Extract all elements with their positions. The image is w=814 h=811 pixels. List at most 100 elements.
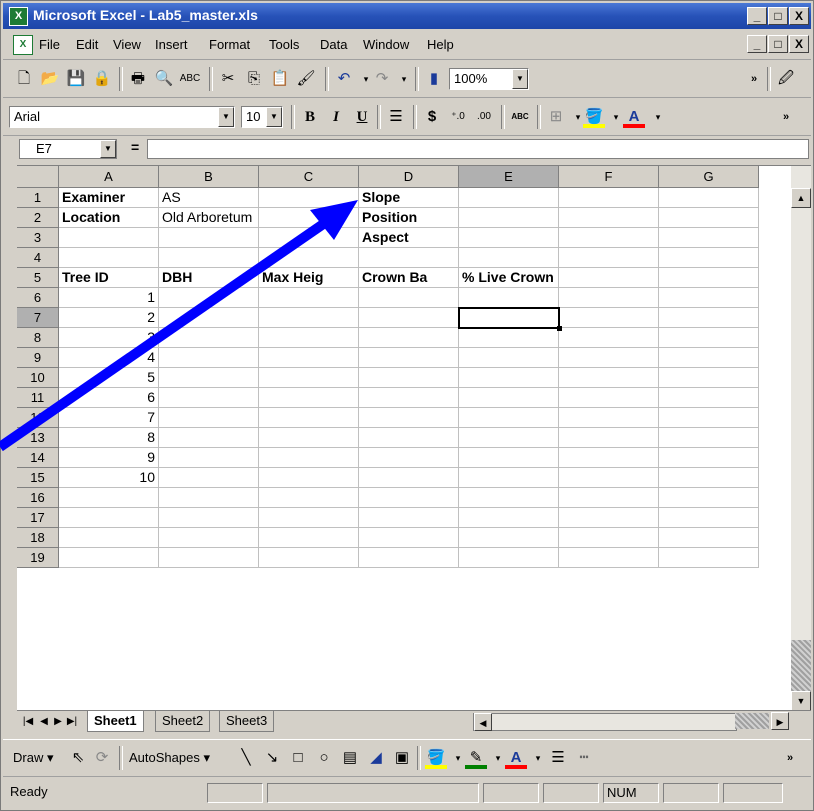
horizontal-scrollbar[interactable]: ◀ — [473, 713, 737, 731]
cell-f17[interactable] — [559, 508, 659, 528]
worksheet-grid[interactable]: A B C D E F G 1 Examiner AS Slope 2 Location Old Arbo… — [17, 165, 811, 711]
cell-f19[interactable] — [559, 548, 659, 568]
row-header-17[interactable]: 17 — [17, 508, 59, 528]
oval-icon[interactable]: ○ — [313, 747, 335, 769]
cell-f1[interactable] — [559, 188, 659, 208]
menu-file[interactable]: File — [39, 37, 60, 52]
cell-e18[interactable] — [459, 528, 559, 548]
cell-a17[interactable] — [59, 508, 159, 528]
paste-icon[interactable]: 📋 — [269, 68, 291, 90]
menu-edit[interactable]: Edit — [76, 37, 98, 52]
vertical-scrollbar[interactable]: ▲ ▼ — [791, 166, 811, 711]
cell-e11[interactable] — [459, 388, 559, 408]
title-bar[interactable]: X Microsoft Excel - Lab5_master.xls _ □ … — [3, 3, 811, 29]
currency-button[interactable]: $ — [421, 106, 443, 128]
cell-e6[interactable] — [459, 288, 559, 308]
cell-c15[interactable] — [259, 468, 359, 488]
cell-a14[interactable]: 9 — [59, 448, 159, 468]
workbook-icon[interactable]: X — [13, 35, 33, 55]
column-header-f[interactable]: F — [559, 166, 659, 188]
cell-f13[interactable] — [559, 428, 659, 448]
copy-icon[interactable]: ⎘ — [243, 68, 265, 90]
undo-icon[interactable]: ↶ — [333, 68, 355, 90]
scroll-down-icon[interactable]: ▼ — [791, 691, 811, 711]
cell-f7[interactable] — [559, 308, 659, 328]
last-sheet-icon[interactable]: ▶| — [65, 713, 79, 731]
cell-c3[interactable] — [259, 228, 359, 248]
row-header-18[interactable]: 18 — [17, 528, 59, 548]
cut-icon[interactable]: ✂ — [217, 68, 239, 90]
cell-b5[interactable]: DBH — [159, 268, 259, 288]
row-header-10[interactable]: 10 — [17, 368, 59, 388]
cell-e4[interactable] — [459, 248, 559, 268]
toolbar-options-icon[interactable]: » — [779, 747, 801, 769]
cell-a7[interactable]: 2 — [59, 308, 159, 328]
column-header-g[interactable]: G — [659, 166, 759, 188]
active-cell-outline[interactable] — [458, 307, 562, 331]
scroll-left-icon[interactable]: ◀ — [474, 713, 492, 731]
format-painter-icon[interactable]: 🖌 — [295, 68, 317, 90]
cell-f9[interactable] — [559, 348, 659, 368]
dash-style-icon[interactable]: ┅ — [573, 747, 595, 769]
spelling-button[interactable]: ABC — [509, 106, 531, 128]
cell-d17[interactable] — [359, 508, 459, 528]
cell-f18[interactable] — [559, 528, 659, 548]
cell-a18[interactable] — [59, 528, 159, 548]
redo-icon[interactable]: ↷ — [371, 68, 393, 90]
close-button[interactable]: X — [789, 7, 809, 25]
rectangle-icon[interactable]: □ — [287, 747, 309, 769]
row-header-14[interactable]: 14 — [17, 448, 59, 468]
next-sheet-icon[interactable]: ▶ — [51, 713, 65, 731]
cell-g16[interactable] — [659, 488, 759, 508]
row-header-19[interactable]: 19 — [17, 548, 59, 568]
cell-f6[interactable] — [559, 288, 659, 308]
cell-d5[interactable]: Crown Ba — [359, 268, 459, 288]
cell-a16[interactable] — [59, 488, 159, 508]
menu-window[interactable]: Window — [363, 37, 409, 52]
cell-a12[interactable]: 7 — [59, 408, 159, 428]
cell-g10[interactable] — [659, 368, 759, 388]
menu-view[interactable]: View — [113, 37, 141, 52]
cell-g9[interactable] — [659, 348, 759, 368]
cell-c10[interactable] — [259, 368, 359, 388]
cell-d3[interactable]: Aspect — [359, 228, 459, 248]
row-header-2[interactable]: 2 — [17, 208, 59, 228]
fill-handle[interactable] — [557, 326, 562, 331]
excel-app-icon[interactable]: X — [9, 7, 28, 26]
print-preview-icon[interactable]: 🔍 — [153, 68, 175, 90]
chart-wizard-icon[interactable]: ▮ — [423, 68, 445, 90]
cell-d1[interactable]: Slope — [359, 188, 459, 208]
menu-insert[interactable]: Insert — [155, 37, 188, 52]
cell-b8[interactable] — [159, 328, 259, 348]
minimize-button[interactable]: _ — [747, 7, 767, 25]
cell-b3[interactable] — [159, 228, 259, 248]
redo-dropdown-icon[interactable]: ▾ — [393, 68, 415, 90]
select-objects-icon[interactable]: ⇖ — [67, 747, 89, 769]
cell-c5[interactable]: Max Heig — [259, 268, 359, 288]
cell-a8[interactable]: 3 — [59, 328, 159, 348]
cell-c16[interactable] — [259, 488, 359, 508]
cell-a19[interactable] — [59, 548, 159, 568]
underline-button[interactable]: U — [351, 106, 373, 128]
cell-b7[interactable] — [159, 308, 259, 328]
cell-d18[interactable] — [359, 528, 459, 548]
cell-b1[interactable]: AS — [159, 188, 259, 208]
cell-g11[interactable] — [659, 388, 759, 408]
cell-c8[interactable] — [259, 328, 359, 348]
increase-decimal-button[interactable]: ⁺.0 — [447, 106, 469, 128]
cell-g4[interactable] — [659, 248, 759, 268]
cell-a13[interactable]: 8 — [59, 428, 159, 448]
select-all-corner[interactable] — [17, 166, 59, 188]
cell-e15[interactable] — [459, 468, 559, 488]
cell-e17[interactable] — [459, 508, 559, 528]
bold-button[interactable]: B — [299, 106, 321, 128]
cell-a2[interactable]: Location — [59, 208, 159, 228]
cell-e1[interactable] — [459, 188, 559, 208]
cell-f16[interactable] — [559, 488, 659, 508]
cell-b13[interactable] — [159, 428, 259, 448]
cell-b18[interactable] — [159, 528, 259, 548]
column-header-d[interactable]: D — [359, 166, 459, 188]
wordart-icon[interactable]: ◢ — [365, 747, 387, 769]
cell-g5[interactable] — [659, 268, 759, 288]
print-icon[interactable]: 🖶 — [127, 68, 149, 90]
